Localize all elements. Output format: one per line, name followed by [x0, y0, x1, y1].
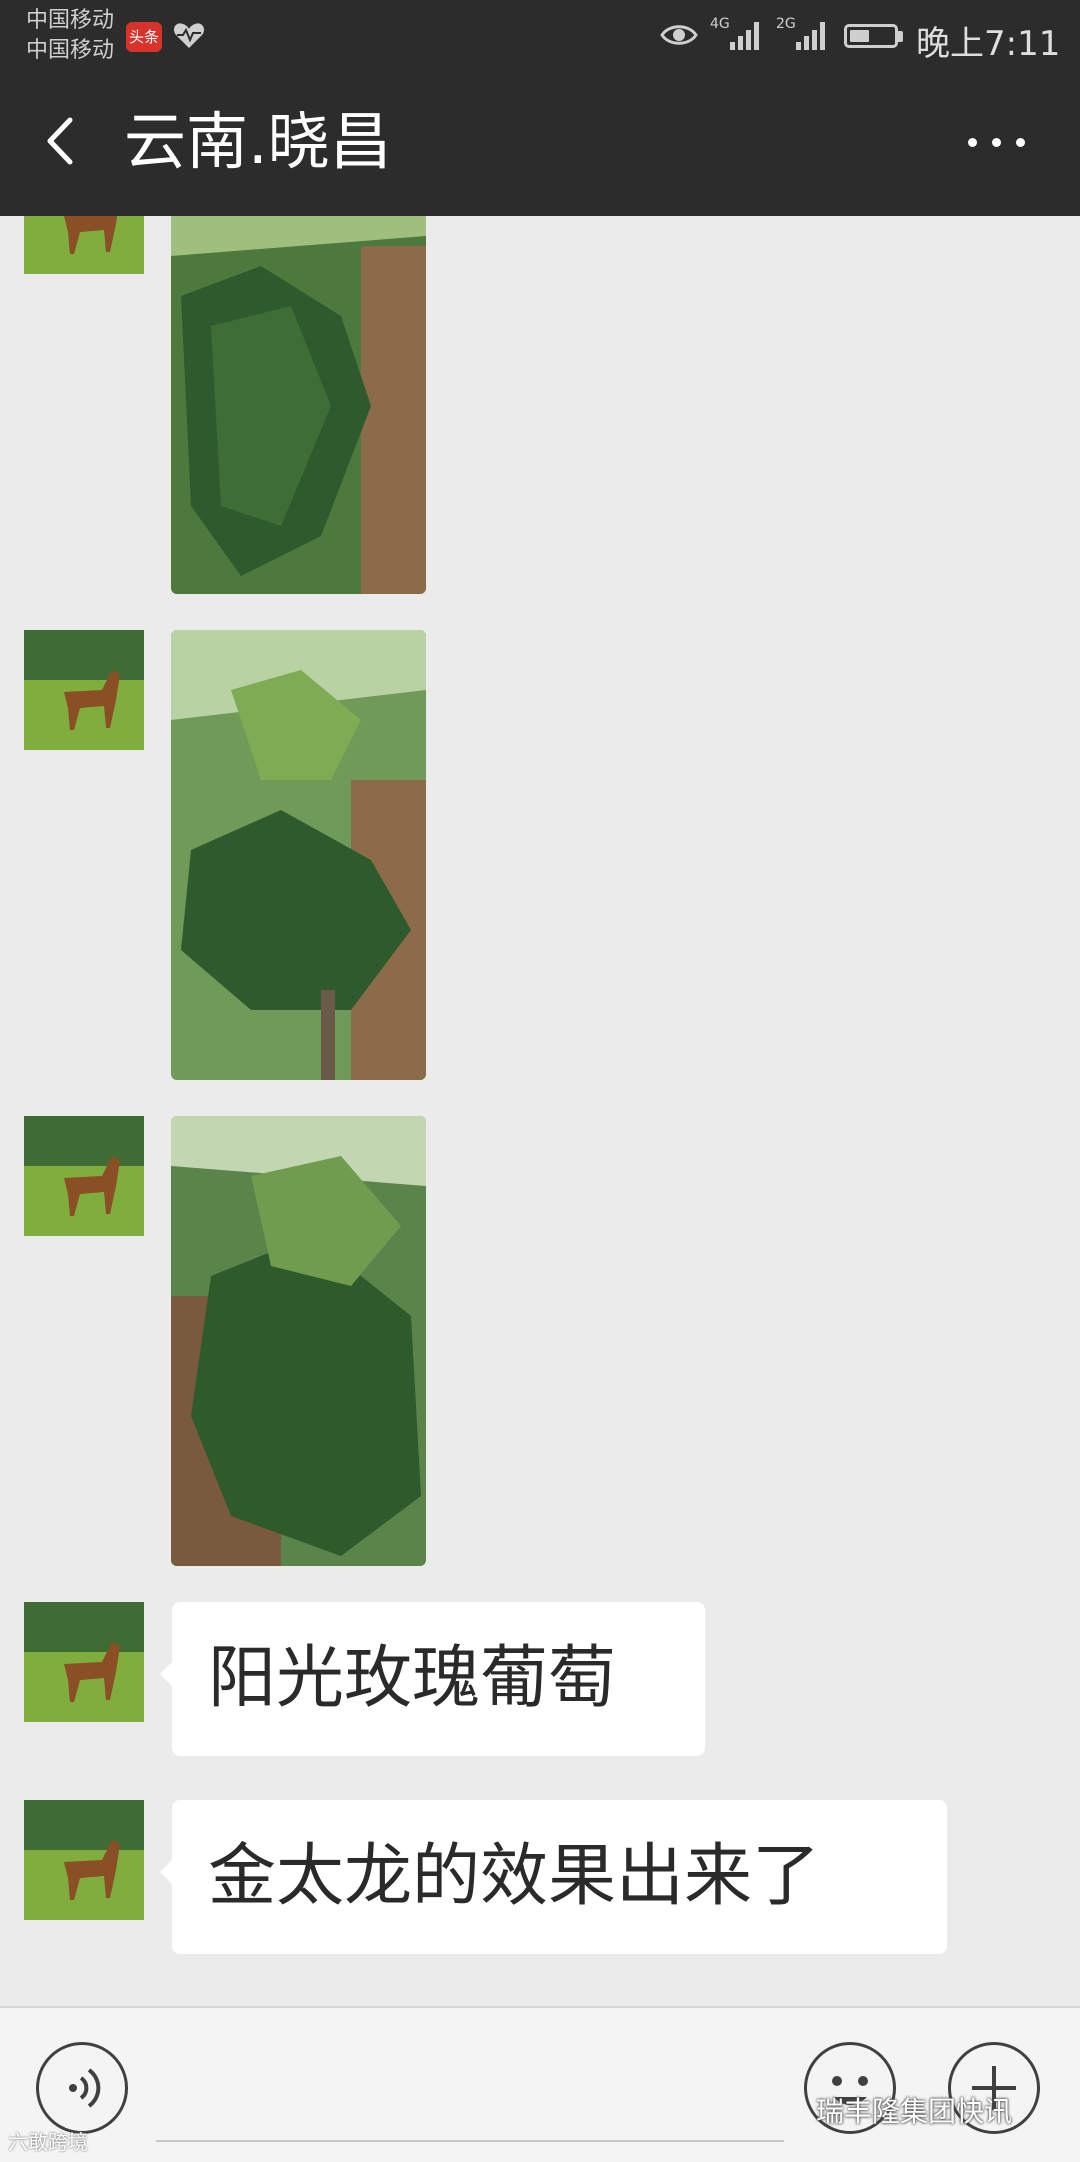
battery-icon [844, 24, 898, 48]
chat-photo[interactable] [171, 630, 426, 1080]
contact-avatar[interactable] [24, 216, 144, 274]
status-time: 晚上7:11 [916, 24, 1061, 64]
horse-avatar-image [24, 1602, 144, 1722]
back-chevron-icon[interactable] [36, 106, 88, 176]
grape-vine-photo [171, 630, 426, 1080]
health-heart-icon [173, 23, 205, 48]
signal-2-icon [796, 22, 825, 50]
chat-photo[interactable] [171, 1116, 426, 1566]
horse-avatar-image [24, 216, 144, 274]
news-app-icon: 头条 [126, 22, 162, 52]
horse-avatar-image [24, 1800, 144, 1920]
horse-avatar-image [24, 1116, 144, 1236]
input-bar [0, 2006, 1080, 2162]
battery-level-fill [850, 30, 869, 42]
watermark-left: 六敢跨境 [8, 2130, 88, 2154]
message-input[interactable] [156, 2140, 784, 2142]
text-message[interactable]: 阳光玫瑰葡萄 [172, 1602, 705, 1756]
grape-vine-photo [171, 216, 426, 594]
grape-vine-photo [171, 1116, 426, 1566]
voice-wave-icon [69, 2068, 101, 2108]
chat-header: 云南.晓昌 [0, 70, 1080, 216]
carrier-label-2: 中国移动 [26, 38, 115, 63]
signal-1-icon [730, 22, 759, 50]
chat-title: 云南.晓昌 [124, 105, 392, 178]
message-list[interactable]: 阳光玫瑰葡萄 金太龙的效果出来了 [0, 216, 1080, 2006]
eye-comfort-icon [660, 25, 698, 45]
chat-photo[interactable] [171, 216, 426, 594]
status-bar: 中国移动 中国移动 头条 4G 2G 晚上7:11 [0, 0, 1080, 70]
battery-tip [898, 31, 903, 42]
voice-icon[interactable] [36, 2042, 128, 2134]
contact-avatar[interactable] [24, 630, 144, 750]
contact-avatar[interactable] [24, 1602, 144, 1722]
contact-avatar[interactable] [24, 1800, 144, 1920]
carrier-label-1: 中国移动 [26, 8, 115, 33]
watermark-right: 瑞丰隆集团快讯 [816, 2095, 1013, 2128]
contact-avatar[interactable] [24, 1116, 144, 1236]
text-message[interactable]: 金太龙的效果出来了 [172, 1800, 947, 1954]
more-dots-icon[interactable] [962, 110, 1032, 170]
horse-avatar-image [24, 630, 144, 750]
